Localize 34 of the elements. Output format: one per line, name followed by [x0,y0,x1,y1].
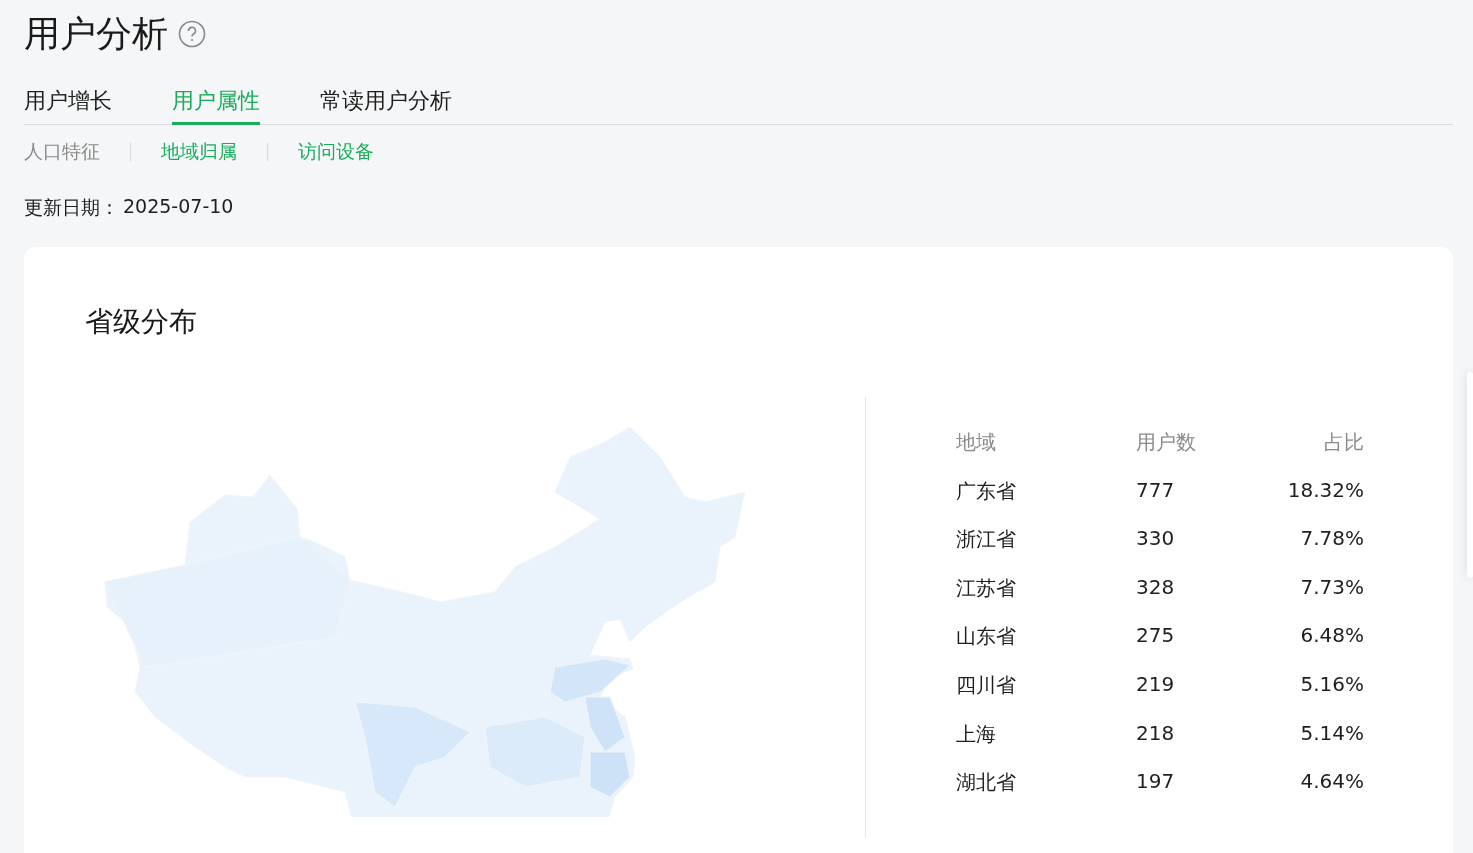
tab[interactable]: 用户属性 [172,86,260,125]
card-title: 省级分布 [85,304,198,340]
table-cell-text: 5.16% [1299,671,1364,698]
table-cell-text: 328 [1136,574,1176,601]
column-header: 用户数 [1136,429,1197,456]
table-cell-text: 218 [1136,720,1176,747]
table-cell-text: 上海 [956,720,997,748]
table-cell-text: 浙江省 [956,526,1017,554]
column-header: 地域 [956,429,997,456]
column-header: 占比 [1323,429,1364,456]
tab[interactable]: 用户增长 [24,86,112,125]
table-cell-text: 山东省 [956,623,1017,651]
table-cell-text: 197 [1136,769,1176,796]
table-cell-text: 219 [1136,671,1176,698]
table-cell-text: 7.78% [1299,526,1364,553]
table-cell-text: 广东省 [956,477,1017,505]
table-cell-text: 4.64% [1299,769,1364,796]
table-cell-text: 湖北省 [956,769,1017,797]
tab[interactable]: 常读用户分析 [320,86,452,125]
sub-tab[interactable]: 人口特征 [24,139,100,165]
page-title: 用户分析 [24,11,168,56]
table-cell-text: 18.32% [1286,477,1364,504]
table-cell-text: 7.73% [1299,574,1364,601]
table-cell-text: 777 [1136,477,1176,504]
table-cell-text: 275 [1136,623,1176,650]
table-cell-text: 330 [1136,526,1176,553]
table-cell-text: 四川省 [956,671,1017,699]
table-cell-text: 6.48% [1299,623,1364,650]
date-label: 更新日期： [24,195,119,220]
table-cell-text: 江苏省 [956,574,1017,602]
sub-tab[interactable]: 地域归属 [161,139,237,165]
date-value: 2025-07-10 [123,195,234,219]
sub-tab[interactable]: 访问设备 [298,139,374,165]
table-cell-text: 5.14% [1299,720,1364,747]
